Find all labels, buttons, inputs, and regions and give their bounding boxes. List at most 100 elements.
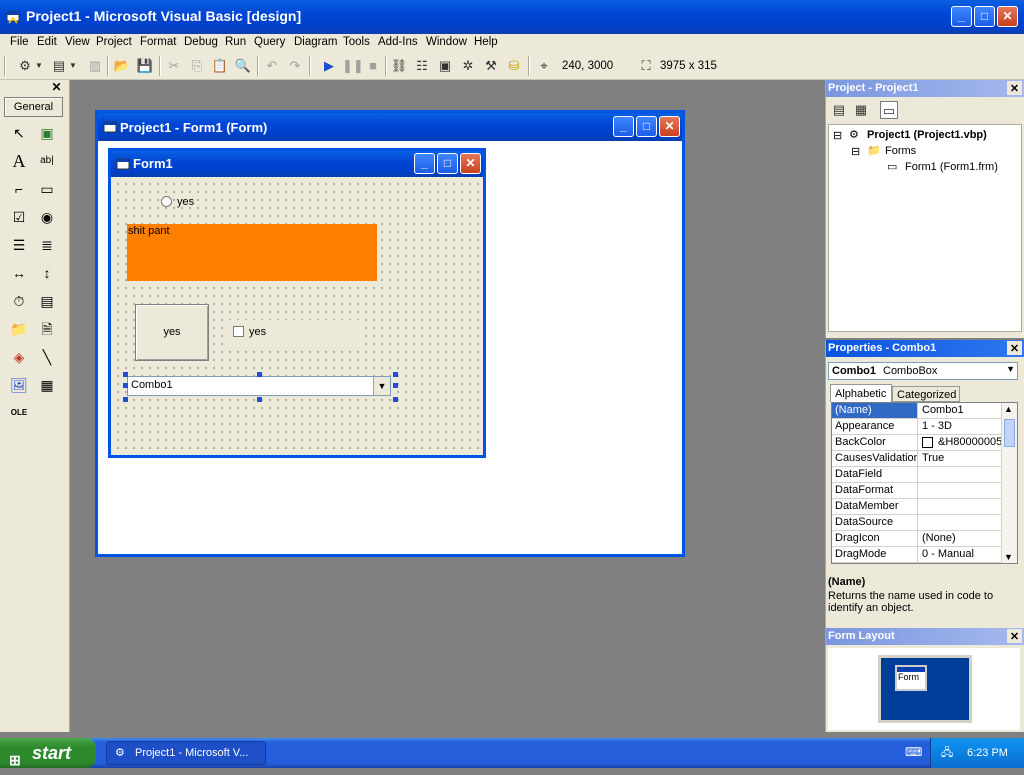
- toggle-folders-icon[interactable]: ▭: [880, 101, 898, 119]
- start-button[interactable]: ⊞ start: [0, 738, 96, 768]
- collapse-icon[interactable]: ⊟: [851, 145, 860, 158]
- taskbar-button-vb[interactable]: ⚙ Project1 - Microsoft V...: [106, 741, 266, 765]
- chevron-down-icon[interactable]: ▼: [373, 377, 390, 395]
- property-row[interactable]: BackColor &H80000005: [832, 435, 1017, 451]
- start-icon[interactable]: ▶: [320, 57, 338, 75]
- form-preview[interactable]: Form: [895, 665, 927, 691]
- listbox-tool-icon[interactable]: ≣: [36, 234, 58, 256]
- property-value[interactable]: [920, 499, 1002, 514]
- property-value[interactable]: (None): [920, 531, 1002, 546]
- checkbox-box[interactable]: [233, 326, 244, 337]
- menu-project[interactable]: Project: [96, 36, 132, 48]
- undo-icon[interactable]: ↶: [263, 57, 281, 75]
- property-row[interactable]: CausesValidation True: [832, 451, 1017, 467]
- project-explorer-icon[interactable]: ⛓: [390, 57, 408, 75]
- menu-help[interactable]: Help: [474, 36, 498, 48]
- property-row[interactable]: DragMode 0 - Manual: [832, 547, 1017, 563]
- hscroll-tool-icon[interactable]: ↔: [8, 262, 30, 284]
- selection-handle[interactable]: [257, 397, 262, 402]
- ole-tool-icon[interactable]: OLE: [8, 402, 30, 424]
- tab-alphabetic[interactable]: Alphabetic: [830, 384, 892, 402]
- open-folder-icon[interactable]: 📂: [113, 57, 131, 75]
- property-row[interactable]: DataField: [832, 467, 1017, 483]
- drivelist-tool-icon[interactable]: ▤: [36, 290, 58, 312]
- combo-box[interactable]: Combo1 ▼: [127, 376, 391, 396]
- collapse-icon[interactable]: ⊟: [833, 129, 842, 142]
- menu-tools[interactable]: Tools: [343, 36, 370, 48]
- toolbox-close-icon[interactable]: ✕: [49, 80, 64, 94]
- command-button[interactable]: yes: [135, 304, 209, 361]
- break-icon[interactable]: ❚❚: [342, 57, 364, 75]
- property-value[interactable]: True: [920, 451, 1002, 466]
- object-browser-icon[interactable]: ✲: [459, 57, 477, 75]
- maximize-button[interactable]: □: [974, 6, 995, 27]
- menu-format[interactable]: Format: [140, 36, 176, 48]
- selection-handle[interactable]: [393, 372, 398, 377]
- label-tool-icon[interactable]: A: [8, 150, 30, 172]
- option-button-label[interactable]: yes: [177, 196, 194, 208]
- network-icon[interactable]: 🖧: [941, 738, 953, 768]
- close-icon[interactable]: ✕: [1007, 81, 1022, 95]
- minimize-button[interactable]: _: [951, 6, 972, 27]
- copy-icon[interactable]: ⎘: [188, 57, 206, 75]
- frame-tool-icon[interactable]: ⌐: [8, 178, 30, 200]
- data-view-icon[interactable]: ⛁: [505, 57, 523, 75]
- line-tool-icon[interactable]: ╲: [36, 346, 58, 368]
- property-value[interactable]: 1 - 3D: [920, 419, 1002, 434]
- selection-handle[interactable]: [123, 397, 128, 402]
- keyboard-icon[interactable]: ⌨: [905, 745, 922, 759]
- add-form-icon[interactable]: ▤: [50, 57, 68, 75]
- property-value[interactable]: 0 - Manual: [920, 547, 1002, 562]
- chevron-up-icon[interactable]: ▲: [1004, 404, 1013, 414]
- selection-handle[interactable]: [123, 383, 128, 388]
- form-layout-icon[interactable]: ▣: [436, 57, 454, 75]
- vscroll-tool-icon[interactable]: ↕: [36, 262, 58, 284]
- property-value[interactable]: [920, 467, 1002, 482]
- tree-item-form1[interactable]: Form1 (Form1.frm): [905, 161, 998, 173]
- designer-maximize-button[interactable]: □: [636, 116, 657, 137]
- option-button-radio[interactable]: [161, 196, 172, 207]
- toolbox-icon[interactable]: ⚒: [482, 57, 500, 75]
- menu-window[interactable]: Window: [426, 36, 467, 48]
- close-icon[interactable]: ✕: [1007, 629, 1022, 643]
- designer-minimize-button[interactable]: _: [613, 116, 634, 137]
- form1-window[interactable]: Form1 _ □ ✕ yes shit pant yes yes Combo1…: [108, 148, 486, 458]
- property-row[interactable]: DataMember: [832, 499, 1017, 515]
- menu-addins[interactable]: Add-Ins: [378, 36, 418, 48]
- paste-icon[interactable]: 📋: [211, 57, 229, 75]
- close-button[interactable]: ✕: [997, 6, 1018, 27]
- scrollbar-thumb[interactable]: [1004, 419, 1015, 447]
- menu-debug[interactable]: Debug: [184, 36, 218, 48]
- textbox-tool-icon[interactable]: ab|: [36, 150, 58, 172]
- form1-canvas[interactable]: yes shit pant yes yes Combo1 ▼: [111, 177, 483, 455]
- menu-view[interactable]: View: [65, 36, 90, 48]
- menu-file[interactable]: File: [10, 36, 29, 48]
- selection-handle[interactable]: [393, 383, 398, 388]
- picturebox-icon[interactable]: ▣: [36, 122, 58, 144]
- view-object-icon[interactable]: ▦: [852, 101, 870, 119]
- selection-handle[interactable]: [257, 372, 262, 377]
- menu-query[interactable]: Query: [254, 36, 285, 48]
- menu-editor-icon[interactable]: ▥: [86, 57, 104, 75]
- commandbutton-tool-icon[interactable]: ▭: [36, 178, 58, 200]
- optionbutton-tool-icon[interactable]: ◉: [36, 206, 58, 228]
- add-project-icon[interactable]: ⚙: [16, 57, 34, 75]
- property-row[interactable]: (Name) Combo1: [832, 403, 1017, 419]
- close-icon[interactable]: ✕: [1007, 341, 1022, 355]
- tree-item-forms-folder[interactable]: Forms: [885, 145, 916, 157]
- checkbox-control[interactable]: yes: [229, 320, 363, 349]
- end-icon[interactable]: ■: [364, 57, 382, 75]
- property-value[interactable]: [920, 515, 1002, 530]
- properties-window-icon[interactable]: ☷: [413, 57, 431, 75]
- menu-edit[interactable]: Edit: [37, 36, 57, 48]
- label-control[interactable]: shit pant: [127, 224, 377, 281]
- designer-close-button[interactable]: ✕: [659, 116, 680, 137]
- toolbox-general-tab[interactable]: General: [4, 97, 63, 117]
- menu-run[interactable]: Run: [225, 36, 246, 48]
- chevron-down-icon[interactable]: ▼: [1004, 552, 1013, 562]
- form1-minimize-button[interactable]: _: [414, 153, 435, 174]
- timer-tool-icon[interactable]: ⏱: [8, 290, 30, 312]
- property-row[interactable]: Appearance 1 - 3D: [832, 419, 1017, 435]
- property-grid-scrollbar[interactable]: ▲ ▼: [1001, 403, 1017, 563]
- find-icon[interactable]: 🔍: [234, 57, 252, 75]
